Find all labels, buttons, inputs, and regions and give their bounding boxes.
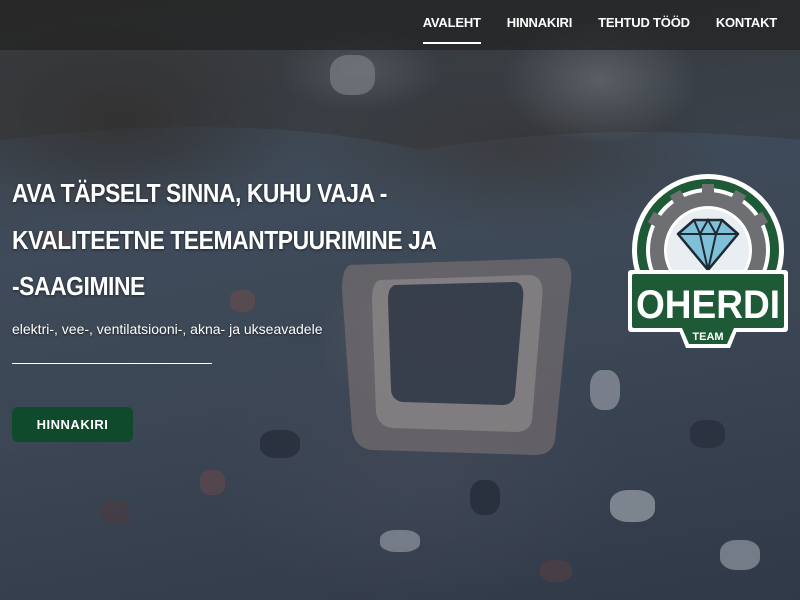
hero-headline-line-3: -SAAGIMINE (12, 271, 145, 301)
logo-banner: OHERDI TEAM (628, 270, 788, 348)
price-list-button[interactable]: HINNAKIRI (12, 407, 133, 442)
hero-content: AVA TÄPSELT SINNA, KUHU VAJA - KVALITEET… (12, 175, 437, 364)
logo-text: OHERDI (636, 283, 780, 327)
nav-item-tehtud-tood[interactable]: TEHTUD TÖÖD (585, 0, 703, 50)
top-navbar: AVALEHT HINNAKIRI TEHTUD TÖÖD KONTAKT (0, 0, 800, 50)
hero-headline-line-1: AVA TÄPSELT SINNA, KUHU VAJA - (12, 178, 387, 208)
hero-headline-line-2: KVALITEETNE TEEMANTPUURIMINE JA (12, 225, 437, 255)
nav-item-avaleht[interactable]: AVALEHT (410, 0, 494, 50)
hero-divider (12, 363, 212, 364)
oherdi-team-logo[interactable]: OHERDI TEAM (626, 172, 790, 354)
nav-menu: AVALEHT HINNAKIRI TEHTUD TÖÖD KONTAKT (410, 0, 790, 50)
nav-item-kontakt[interactable]: KONTAKT (703, 0, 790, 50)
logo-subtext: TEAM (692, 331, 723, 343)
hero-subtext: elektri-, vee-, ventilatsiooni-, akna- j… (12, 321, 323, 337)
nav-item-hinnakiri[interactable]: HINNAKIRI (494, 0, 585, 50)
